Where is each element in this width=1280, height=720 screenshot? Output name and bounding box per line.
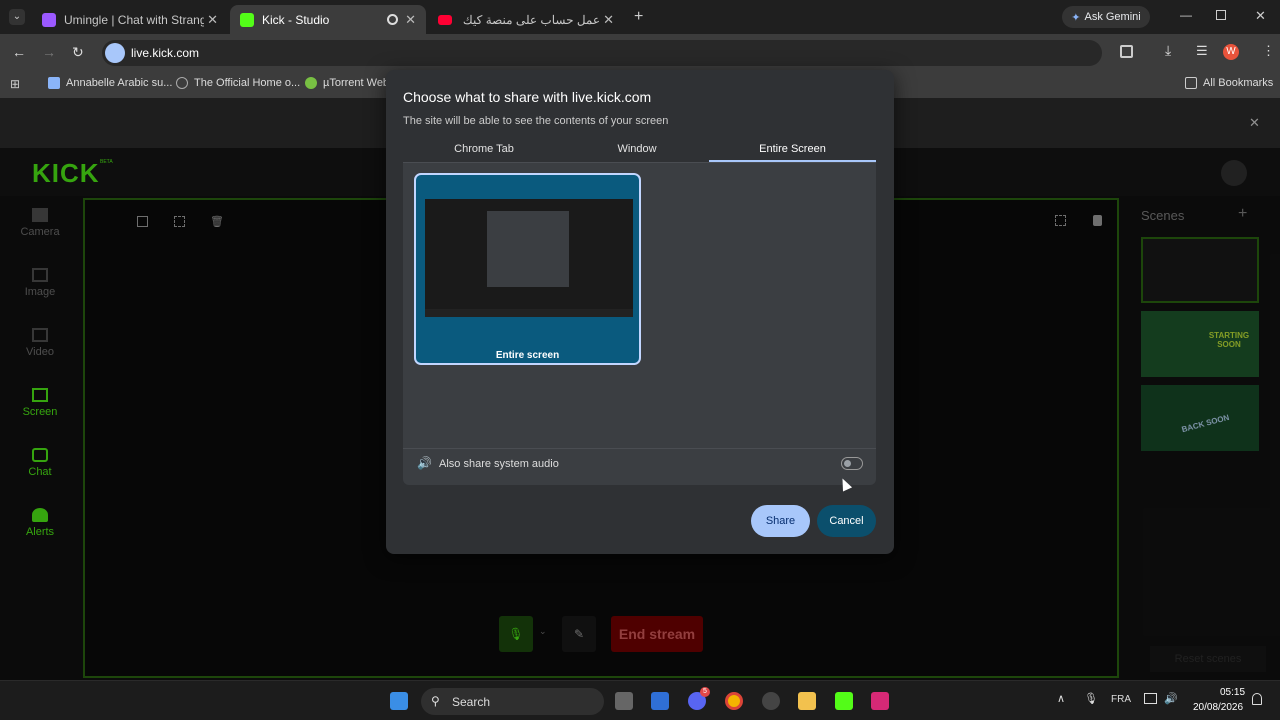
back-icon[interactable]: ← bbox=[12, 44, 26, 60]
bookmark-label: µTorrent Web bbox=[323, 77, 390, 89]
reading-list-icon[interactable]: ☰ bbox=[1196, 43, 1208, 59]
task-view-icon[interactable] bbox=[615, 692, 633, 710]
minimize-icon[interactable]: — bbox=[1180, 8, 1192, 22]
bookmark-annabelle[interactable]: Annabelle Arabic su... bbox=[48, 77, 172, 89]
kick-icon bbox=[240, 12, 254, 27]
all-bookmarks-label: All Bookmarks bbox=[1203, 77, 1274, 89]
download-icon bbox=[48, 77, 60, 89]
tab-entire-screen[interactable]: Entire Screen bbox=[709, 143, 876, 161]
close-window-icon[interactable]: ✕ bbox=[1255, 8, 1266, 24]
new-tab-icon[interactable]: + bbox=[634, 8, 643, 26]
preview-dialog bbox=[487, 211, 569, 287]
address-text[interactable]: live.kick.com bbox=[131, 46, 199, 60]
obs-icon[interactable] bbox=[762, 692, 780, 710]
address-bar[interactable]: live.kick.com bbox=[102, 40, 1102, 66]
ask-gemini-button[interactable]: ✦ Ask Gemini bbox=[1062, 6, 1150, 28]
discord-badge: 5 bbox=[700, 687, 710, 697]
close-tab-icon[interactable]: ✕ bbox=[405, 12, 416, 28]
tab-title: Kick - Studio bbox=[262, 12, 330, 27]
bookmark-official-home[interactable]: The Official Home o... bbox=[176, 77, 300, 89]
ask-gemini-label: Ask Gemini bbox=[1084, 11, 1141, 23]
selected-tab-indicator bbox=[709, 160, 876, 162]
close-tab-icon[interactable]: ✕ bbox=[207, 12, 218, 28]
chrome-icon[interactable] bbox=[725, 692, 743, 710]
clock-time[interactable]: 05:15 bbox=[1220, 687, 1245, 698]
windows-start-icon[interactable] bbox=[390, 692, 408, 710]
kick-app-icon[interactable] bbox=[835, 692, 853, 710]
menu-icon[interactable]: ⋮ bbox=[1262, 43, 1275, 59]
clock-date[interactable]: 20/08/2026 bbox=[1193, 702, 1243, 713]
share-audio-toggle[interactable] bbox=[841, 457, 863, 470]
taskbar-search[interactable]: ⚲ Search bbox=[421, 688, 604, 715]
entire-screen-option[interactable]: Entire screen bbox=[414, 173, 641, 365]
store-icon[interactable] bbox=[651, 692, 669, 710]
umingle-icon bbox=[42, 12, 56, 27]
reload-icon[interactable]: ↻ bbox=[72, 44, 84, 61]
share-button[interactable]: Share bbox=[751, 505, 810, 537]
dialog-title: Choose what to share with live.kick.com bbox=[403, 89, 652, 105]
browser-tab-strip: ⌄ Umingle | Chat with Strangers I ✕ Kick… bbox=[0, 0, 1280, 34]
toggle-knob bbox=[844, 460, 851, 467]
share-audio-label: Also share system audio bbox=[439, 458, 559, 470]
avatar[interactable]: W bbox=[1223, 44, 1239, 60]
tab-title: Umingle | Chat with Strangers I bbox=[64, 12, 204, 27]
tab-chrome-tab[interactable]: Chrome Tab bbox=[403, 143, 565, 161]
forward-icon[interactable]: → bbox=[42, 44, 56, 60]
utorrent-icon bbox=[305, 77, 317, 89]
tab-window[interactable]: Window bbox=[556, 143, 718, 161]
volume-icon[interactable]: 🔊 bbox=[1164, 692, 1178, 705]
recording-indicator-icon bbox=[387, 14, 398, 25]
windows-taskbar: ⚲ Search 5 ∧ 🎙 FRA 🔊 05:15 20/08/2026 bbox=[0, 680, 1280, 720]
tab-title: عمل حساب على منصة كيك و طر bbox=[460, 12, 600, 27]
screen-preview-thumbnail bbox=[425, 199, 633, 317]
apps-icon[interactable]: ⊞ bbox=[10, 77, 20, 91]
bookmark-label: The Official Home o... bbox=[194, 77, 301, 89]
tab-search-icon[interactable]: ⌄ bbox=[9, 9, 25, 25]
entire-screen-label: Entire screen bbox=[495, 350, 560, 361]
extensions-icon[interactable] bbox=[1120, 45, 1133, 58]
speaker-icon: 🔊 bbox=[417, 456, 432, 470]
gemini-icon: ✦ bbox=[1071, 11, 1081, 24]
youtube-icon bbox=[438, 14, 452, 25]
screen-share-dialog: Choose what to share with live.kick.com … bbox=[386, 70, 894, 554]
cancel-button[interactable]: Cancel bbox=[817, 505, 876, 537]
search-icon: ⚲ bbox=[431, 694, 440, 708]
close-tab-icon[interactable]: ✕ bbox=[603, 12, 614, 28]
language-indicator[interactable]: FRA bbox=[1111, 694, 1131, 705]
tab-youtube[interactable]: عمل حساب على منصة كيك و طر ✕ bbox=[428, 5, 624, 34]
tab-umingle[interactable]: Umingle | Chat with Strangers I ✕ bbox=[32, 5, 228, 34]
globe-icon bbox=[176, 77, 188, 89]
audio-divider bbox=[403, 448, 876, 449]
instagram-icon[interactable] bbox=[871, 692, 889, 710]
network-icon[interactable] bbox=[1144, 693, 1157, 704]
microphone-icon[interactable]: 🎙 bbox=[1084, 692, 1098, 705]
notification-icon[interactable] bbox=[1252, 693, 1262, 705]
all-bookmarks[interactable]: All Bookmarks bbox=[1185, 77, 1273, 89]
folder-icon bbox=[1185, 77, 1197, 89]
bookmark-label: Annabelle Arabic su... bbox=[66, 77, 173, 89]
tab-kick-studio[interactable]: Kick - Studio ✕ bbox=[230, 5, 426, 34]
site-info-icon[interactable] bbox=[105, 43, 125, 63]
taskbar-search-label: Search bbox=[452, 695, 491, 709]
dialog-subtitle: The site will be able to see the content… bbox=[403, 115, 669, 127]
restore-icon[interactable] bbox=[1216, 10, 1226, 20]
preview-taskbar bbox=[425, 309, 633, 317]
bookmark-utorrent[interactable]: µTorrent Web bbox=[305, 77, 389, 89]
show-hidden-icons-icon[interactable]: ∧ bbox=[1057, 692, 1065, 705]
download-icon[interactable]: ⤓ bbox=[1165, 42, 1171, 59]
file-explorer-icon[interactable] bbox=[798, 692, 816, 710]
